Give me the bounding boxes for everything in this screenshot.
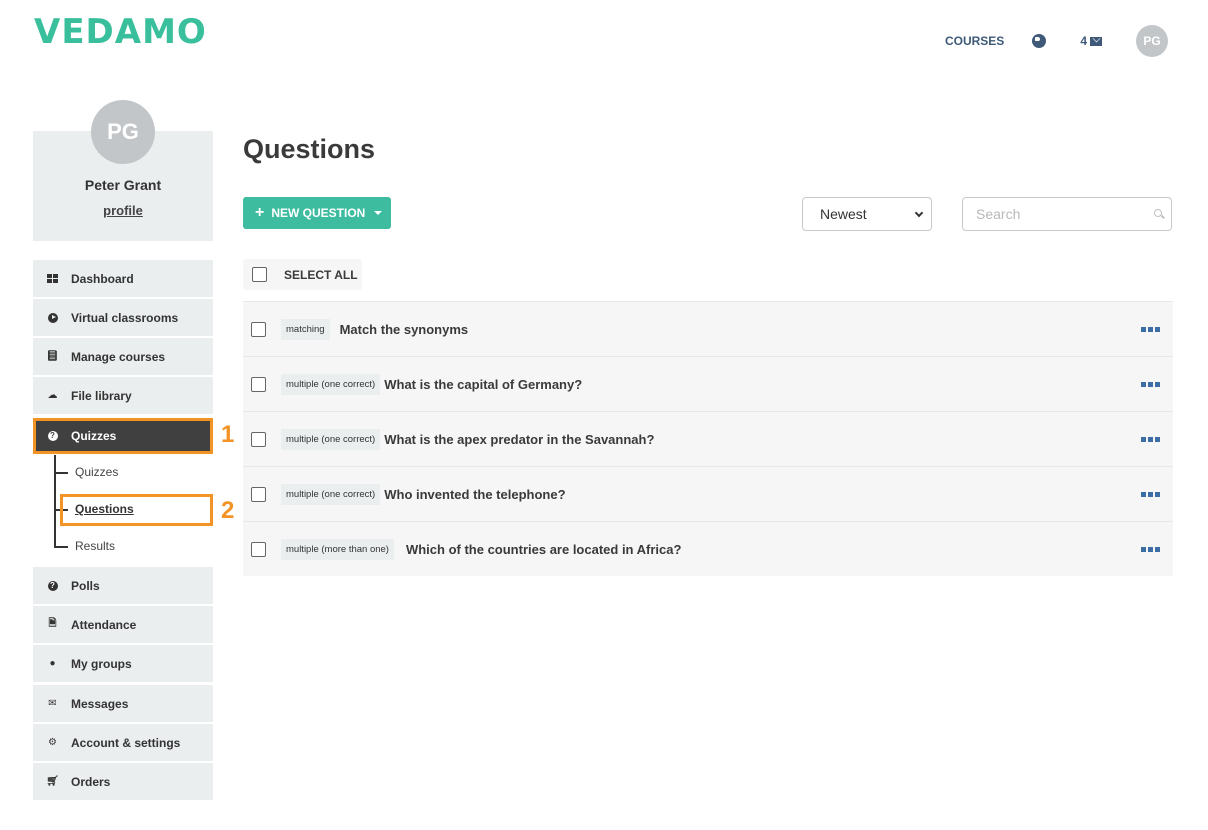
sort-selected-value: Newest <box>820 206 867 222</box>
profile-avatar: PG <box>91 100 155 164</box>
sidebar-item-label: My groups <box>71 656 132 671</box>
question-row: multiple (one correct) What is the apex … <box>243 411 1173 466</box>
more-options-icon[interactable] <box>1141 492 1160 497</box>
sidebar-item-label: Quizzes <box>71 429 117 443</box>
new-question-label: NEW QUESTION <box>271 206 366 220</box>
courses-link[interactable]: COURSES <box>945 34 1004 48</box>
annotation-step-1: 1 <box>221 421 235 448</box>
vedamo-logo[interactable]: VEDAMO <box>34 12 207 52</box>
question-row: multiple (one correct) Who invented the … <box>243 466 1173 521</box>
sidebar-item-label: Dashboard <box>71 271 134 286</box>
question-checkbox[interactable] <box>251 376 266 392</box>
submenu-tree-line <box>54 455 56 548</box>
sidebar-item-dashboard[interactable]: Dashboard <box>33 260 213 297</box>
question-type-badge: multiple (more than one) <box>281 538 394 560</box>
dashboard-grid-icon <box>47 273 58 284</box>
more-options-icon[interactable] <box>1141 547 1160 552</box>
more-options-icon[interactable] <box>1141 382 1160 387</box>
envelope-icon: ✉ <box>48 698 57 709</box>
caret-down-icon <box>374 211 383 215</box>
question-checkbox[interactable] <box>251 486 266 502</box>
submenu-tree-branch <box>54 472 68 474</box>
envelope-icon <box>1090 36 1102 46</box>
annotation-step-2: 2 <box>221 497 235 524</box>
sidebar-item-label: Manage courses <box>71 349 166 364</box>
sidebar-item-orders[interactable]: 🛒︎ Orders <box>33 763 213 800</box>
sidebar-item-manage-courses[interactable]: 📘︎ Manage courses <box>33 338 213 375</box>
question-row: multiple (one correct) What is the capit… <box>243 356 1173 411</box>
question-checkbox[interactable] <box>251 321 266 337</box>
sidebar-item-virtual-classrooms[interactable]: Virtual classrooms <box>33 299 213 336</box>
profile-link[interactable]: profile <box>33 203 213 218</box>
cloud-upload-icon: ☁ <box>47 390 58 401</box>
select-all[interactable]: SELECT ALL <box>243 259 362 290</box>
question-text[interactable]: Who invented the telephone? <box>384 487 565 502</box>
select-all-checkbox[interactable] <box>252 267 267 282</box>
more-options-icon[interactable] <box>1141 437 1160 442</box>
submenu-tree-branch <box>54 546 68 548</box>
messages-count: 4 <box>1080 34 1087 48</box>
question-type-badge: multiple (one correct) <box>281 428 381 450</box>
top-navigation: COURSES 4 PG <box>945 25 1168 57</box>
sidebar-item-label: File library <box>71 388 132 403</box>
question-text[interactable]: What is the capital of Germany? <box>384 377 582 392</box>
submenu-results[interactable]: Results <box>75 539 115 553</box>
sidebar-item-label: Account & settings <box>71 735 181 750</box>
messages-link[interactable]: 4 <box>1080 34 1102 48</box>
sort-select[interactable]: Newest <box>802 197 932 231</box>
select-all-label: SELECT ALL <box>284 267 358 282</box>
book-icon: 📘︎ <box>46 351 59 362</box>
sidebar-item-file-library[interactable]: ☁ File library <box>33 377 213 414</box>
chevron-down-icon <box>914 208 924 218</box>
sidebar-item-label: Virtual classrooms <box>71 310 179 325</box>
profile-name: Peter Grant <box>84 177 162 193</box>
sidebar-item-messages[interactable]: ✉ Messages <box>33 685 213 722</box>
question-text[interactable]: Which of the countries are located in Af… <box>406 542 681 557</box>
sidebar-item-label: Attendance <box>71 617 137 632</box>
question-type-badge: multiple (one correct) <box>281 483 381 505</box>
sidebar-item-account-settings[interactable]: ⚙ Account & settings <box>33 724 213 761</box>
sidebar-item-label: Polls <box>71 578 100 593</box>
question-circle-icon: ? <box>47 580 58 591</box>
play-circle-icon <box>47 312 58 323</box>
question-row: matching Match the synonyms <box>243 301 1173 356</box>
sidebar-item-polls[interactable]: ? Polls <box>33 567 213 604</box>
users-icon: ● <box>49 658 56 669</box>
sidebar-item-label: Orders <box>71 774 111 789</box>
question-type-badge: multiple (one correct) <box>281 373 381 395</box>
plus-icon: + <box>255 204 265 221</box>
document-icon: 🗎 <box>48 618 57 629</box>
user-avatar[interactable]: PG <box>1136 25 1168 57</box>
search-icon[interactable] <box>1154 209 1162 217</box>
question-checkbox[interactable] <box>251 431 266 447</box>
sidebar-item-attendance[interactable]: 🗎 Attendance <box>33 606 213 643</box>
questions-list: matching Match the synonyms multiple (on… <box>243 301 1173 576</box>
question-circle-icon: ? <box>47 431 58 442</box>
sidebar-item-label: Messages <box>71 696 129 711</box>
page-title: Questions <box>243 134 376 164</box>
gear-icon: ⚙ <box>48 737 57 748</box>
question-checkbox[interactable] <box>251 541 266 557</box>
more-options-icon[interactable] <box>1141 327 1160 332</box>
sidebar-item-quizzes[interactable]: ? Quizzes <box>33 418 213 454</box>
new-question-button[interactable]: + NEW QUESTION <box>243 197 391 229</box>
search-box <box>962 197 1172 231</box>
question-type-badge: matching <box>281 318 330 340</box>
question-row: multiple (more than one) Which of the co… <box>243 521 1173 576</box>
cart-icon: 🛒︎ <box>46 776 59 787</box>
questions-highlight-box <box>60 494 213 526</box>
question-text[interactable]: Match the synonyms <box>340 322 469 337</box>
globe-icon[interactable] <box>1032 34 1047 48</box>
search-input[interactable] <box>963 198 1133 230</box>
sidebar-item-my-groups[interactable]: ● My groups <box>33 645 213 682</box>
question-text[interactable]: What is the apex predator in the Savanna… <box>384 432 654 447</box>
submenu-quizzes[interactable]: Quizzes <box>75 465 118 479</box>
